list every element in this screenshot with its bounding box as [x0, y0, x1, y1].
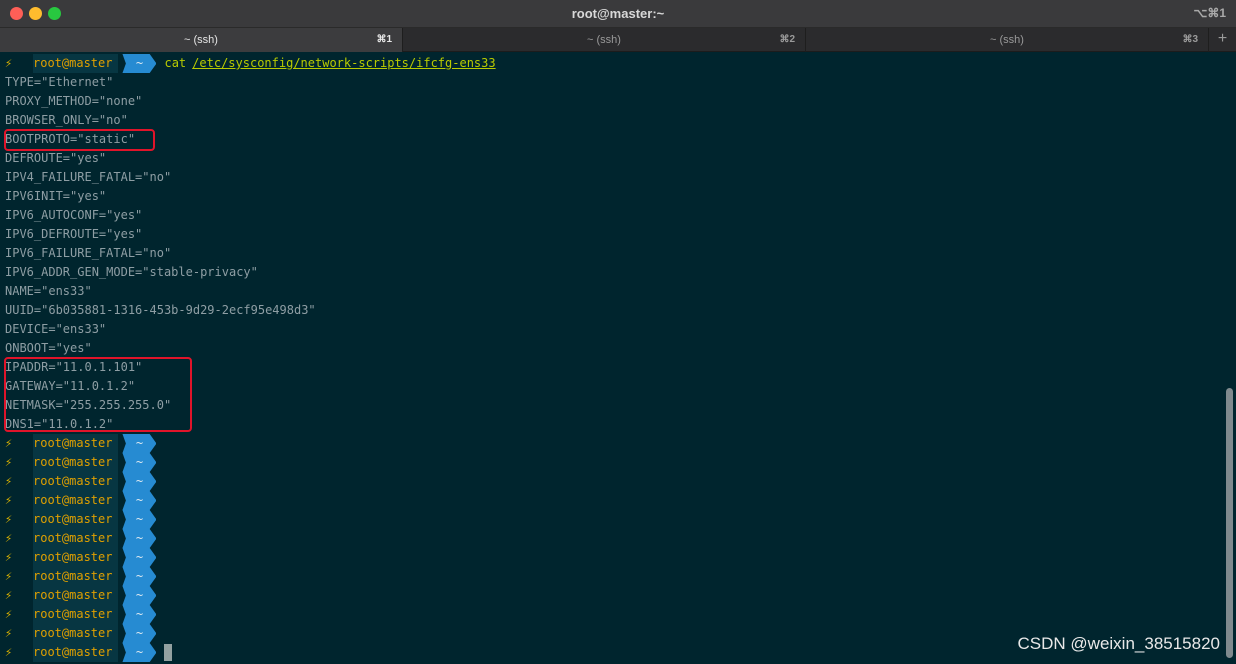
- scrollbar-thumb[interactable]: [1226, 388, 1233, 658]
- tab-label: ~ (ssh): [184, 34, 218, 46]
- prompt-user: root@master: [33, 643, 119, 662]
- bolt-icon: ⚡: [5, 588, 13, 602]
- bolt-icon: ⚡: [5, 531, 13, 545]
- output-line: IPV4_FAILURE_FATAL="no": [5, 170, 172, 184]
- prompt-line: ⚡ root@master ~: [5, 643, 173, 662]
- tab-label: ~ (ssh): [990, 34, 1024, 46]
- tab-1[interactable]: ~ (ssh) ⌘1: [0, 28, 403, 52]
- prompt-line: ⚡ root@master ~: [5, 510, 157, 529]
- prompt-line: ⚡ root@master ~: [5, 491, 157, 510]
- tab-shortcut: ⌘1: [376, 34, 392, 45]
- bolt-icon: ⚡: [5, 493, 13, 507]
- prompt-user: root@master: [33, 453, 119, 472]
- output-line: IPV6INIT="yes": [5, 189, 107, 203]
- prompt-user: root@master: [33, 472, 119, 491]
- output-line: DEVICE="ens33": [5, 322, 107, 336]
- bolt-icon: ⚡: [5, 56, 13, 70]
- terminal-output[interactable]: ⚡ root@master ~ cat/etc/sysconfig/network-s…: [0, 53, 1236, 664]
- new-tab-button[interactable]: +: [1209, 28, 1236, 51]
- prompt-dir: ~: [122, 624, 157, 643]
- bolt-icon: ⚡: [5, 512, 13, 526]
- bolt-icon: ⚡: [5, 455, 13, 469]
- output-line: ONBOOT="yes": [5, 341, 92, 355]
- command-argument: /etc/sysconfig/network-scripts/ifcfg-ens…: [192, 56, 496, 70]
- prompt-dir: ~: [122, 586, 157, 605]
- bootproto-highlight-box: [4, 129, 155, 151]
- prompt-line: ⚡ root@master ~: [5, 434, 157, 453]
- prompt-dir: ~: [122, 529, 157, 548]
- watermark: CSDN @weixin_38515820: [1017, 634, 1220, 653]
- prompt-user: root@master: [33, 548, 119, 567]
- tab-3[interactable]: ~ (ssh) ⌘3: [806, 28, 1209, 52]
- network-config-highlight-box: [4, 357, 192, 432]
- prompt-dir: ~: [122, 510, 157, 529]
- prompt-user: root@master: [33, 510, 119, 529]
- prompt-dir: ~: [122, 491, 157, 510]
- text-cursor: [164, 644, 173, 661]
- prompt-line: ⚡ root@master ~: [5, 548, 157, 567]
- prompt-dir: ~: [122, 453, 157, 472]
- tab-shortcut: ⌘2: [779, 34, 795, 45]
- prompt-user: root@master: [33, 434, 119, 453]
- prompt-line: ⚡ root@master ~: [5, 567, 157, 586]
- output-line: IPV6_FAILURE_FATAL="no": [5, 246, 172, 260]
- prompt-dir: ~: [122, 548, 157, 567]
- prompt-user: root@master: [33, 567, 119, 586]
- prompt-dir: ~: [122, 434, 157, 453]
- output-line: BROWSER_ONLY="no": [5, 113, 128, 127]
- window-title: root@master:~: [571, 6, 665, 21]
- output-line: DEFROUTE="yes": [5, 151, 107, 165]
- prompt-user: root@master: [33, 605, 119, 624]
- output-line: NAME="ens33": [5, 284, 92, 298]
- bolt-icon: ⚡: [5, 569, 13, 583]
- tab-bar: ~ (ssh) ⌘1 ~ (ssh) ⌘2 ~ (ssh) ⌘3 +: [0, 28, 1236, 52]
- output-line: PROXY_METHOD="none": [5, 94, 143, 108]
- window-shortcut: ⌥⌘1: [1193, 6, 1226, 20]
- prompt-user: root@master: [33, 529, 119, 548]
- prompt-line: ⚡ root@master ~: [5, 529, 157, 548]
- bolt-icon: ⚡: [5, 626, 13, 640]
- title-bar: root@master:~ ⌥⌘1: [0, 0, 1236, 28]
- prompt-user: root@master: [33, 491, 119, 510]
- prompt-user: root@master: [33, 54, 119, 73]
- bolt-icon: ⚡: [5, 550, 13, 564]
- prompt-line: ⚡ root@master ~: [5, 586, 157, 605]
- prompt-dir: ~: [122, 605, 157, 624]
- output-line: IPV6_ADDR_GEN_MODE="stable-privacy": [5, 265, 258, 279]
- output-line: TYPE="Ethernet": [5, 75, 114, 89]
- prompt-line: ⚡ root@master ~: [5, 472, 157, 491]
- output-line: UUID="6b035881-1316-453b-9d29-2ecf95e498…: [5, 303, 316, 317]
- tab-2[interactable]: ~ (ssh) ⌘2: [403, 28, 806, 52]
- bolt-icon: ⚡: [5, 607, 13, 621]
- prompt-line: ⚡ root@master ~: [5, 624, 157, 643]
- command-prompt-line: ⚡ root@master ~ cat/etc/sysconfig/network-s…: [5, 54, 496, 73]
- output-line: IPV6_AUTOCONF="yes": [5, 208, 143, 222]
- output-line: IPV6_DEFROUTE="yes": [5, 227, 143, 241]
- prompt-line: ⚡ root@master ~: [5, 605, 157, 624]
- prompt-user: root@master: [33, 624, 119, 643]
- prompt-dir: ~: [122, 54, 157, 73]
- prompt-dir: ~: [122, 472, 157, 491]
- tab-shortcut: ⌘3: [1182, 34, 1198, 45]
- prompt-line: ⚡ root@master ~: [5, 453, 157, 472]
- bolt-icon: ⚡: [5, 474, 13, 488]
- command-name: cat: [164, 56, 187, 70]
- bolt-icon: ⚡: [5, 645, 13, 659]
- prompt-dir: ~: [122, 567, 157, 586]
- prompt-dir: ~: [122, 643, 157, 662]
- prompt-user: root@master: [33, 586, 119, 605]
- tab-label: ~ (ssh): [587, 34, 621, 46]
- bolt-icon: ⚡: [5, 436, 13, 450]
